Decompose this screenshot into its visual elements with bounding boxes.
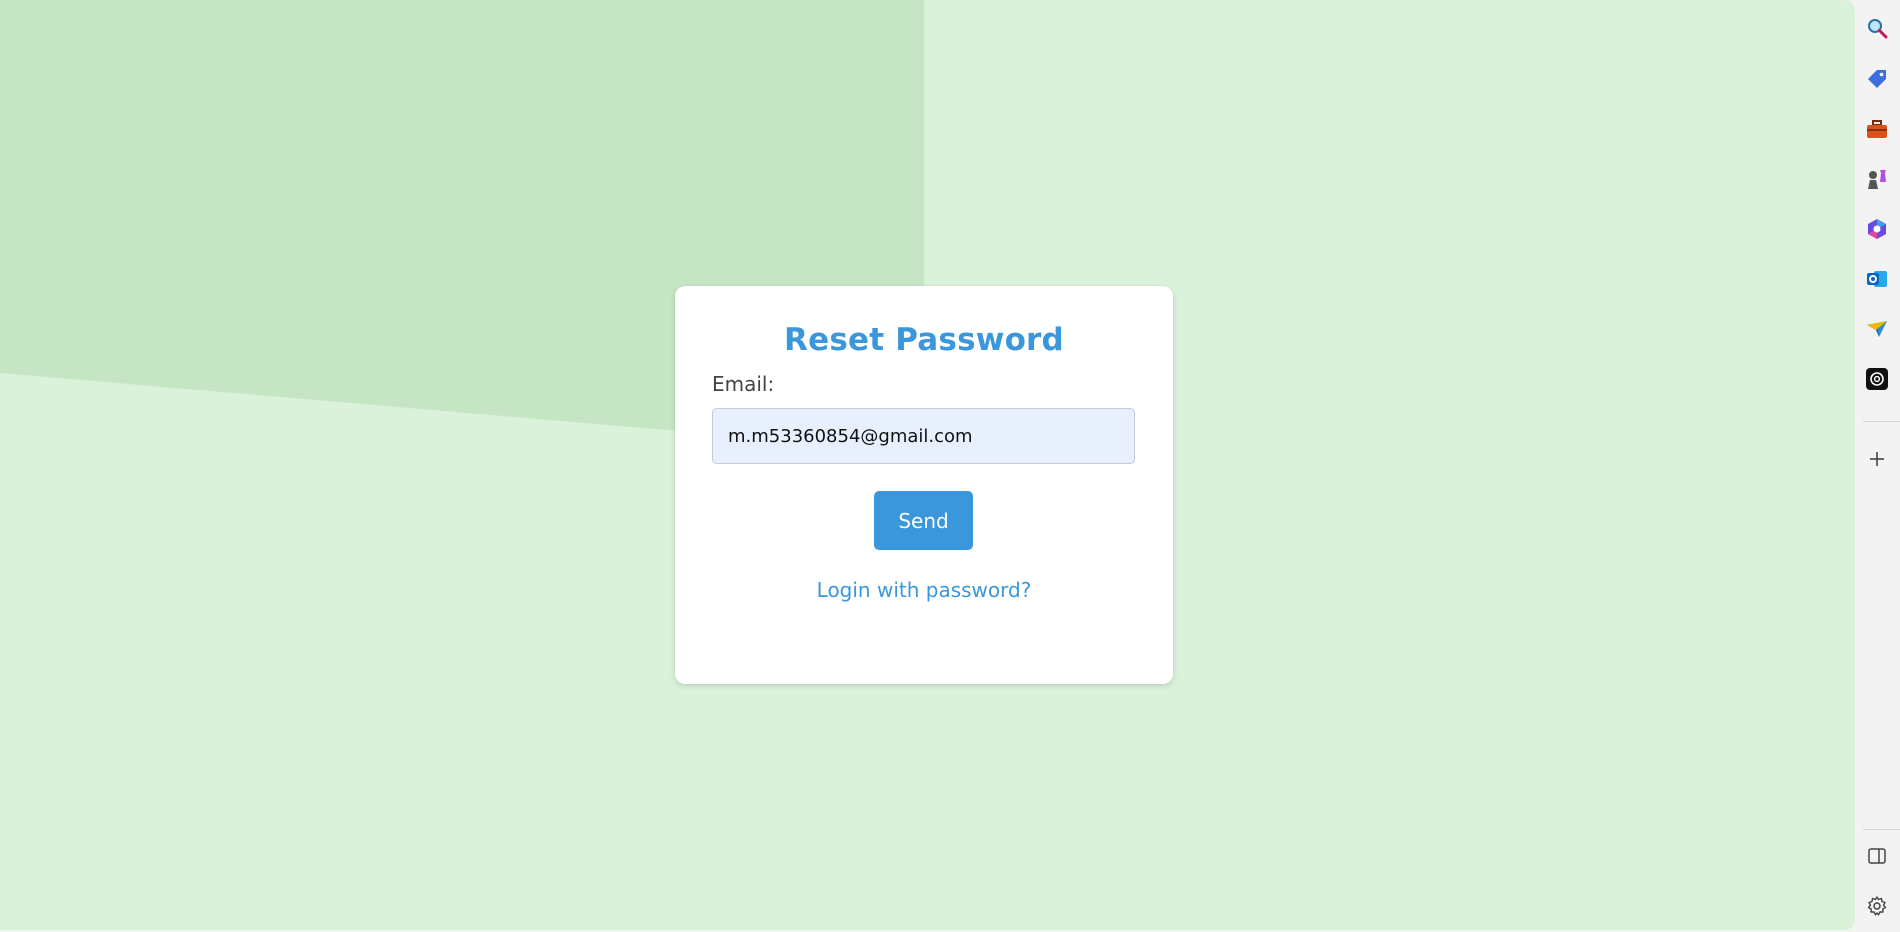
reset-password-card: Reset Password Email: Send Login with pa… [675, 286, 1173, 684]
page-viewport: Reset Password Email: Send Login with pa… [0, 0, 1855, 930]
add-icon[interactable] [1864, 446, 1890, 472]
browser-sidebar [1855, 0, 1900, 932]
sidebar-toggle-icon[interactable] [1864, 843, 1890, 869]
chess-icon[interactable] [1864, 166, 1890, 192]
email-field[interactable] [712, 408, 1135, 464]
toolbox-icon[interactable] [1864, 116, 1890, 142]
sidebar-divider [1863, 421, 1900, 422]
send-button[interactable]: Send [874, 491, 973, 550]
search-icon[interactable] [1864, 15, 1890, 41]
email-label: Email: [712, 372, 775, 396]
outlook-icon[interactable] [1864, 266, 1890, 292]
gear-icon[interactable] [1864, 893, 1890, 919]
openai-icon[interactable] [1864, 366, 1890, 392]
send-icon[interactable] [1864, 316, 1890, 342]
sidebar-divider [1863, 829, 1900, 830]
page-title: Reset Password [784, 322, 1064, 358]
login-with-password-link[interactable]: Login with password? [675, 578, 1173, 602]
copilot-icon[interactable] [1864, 216, 1890, 242]
tag-icon[interactable] [1864, 66, 1890, 92]
